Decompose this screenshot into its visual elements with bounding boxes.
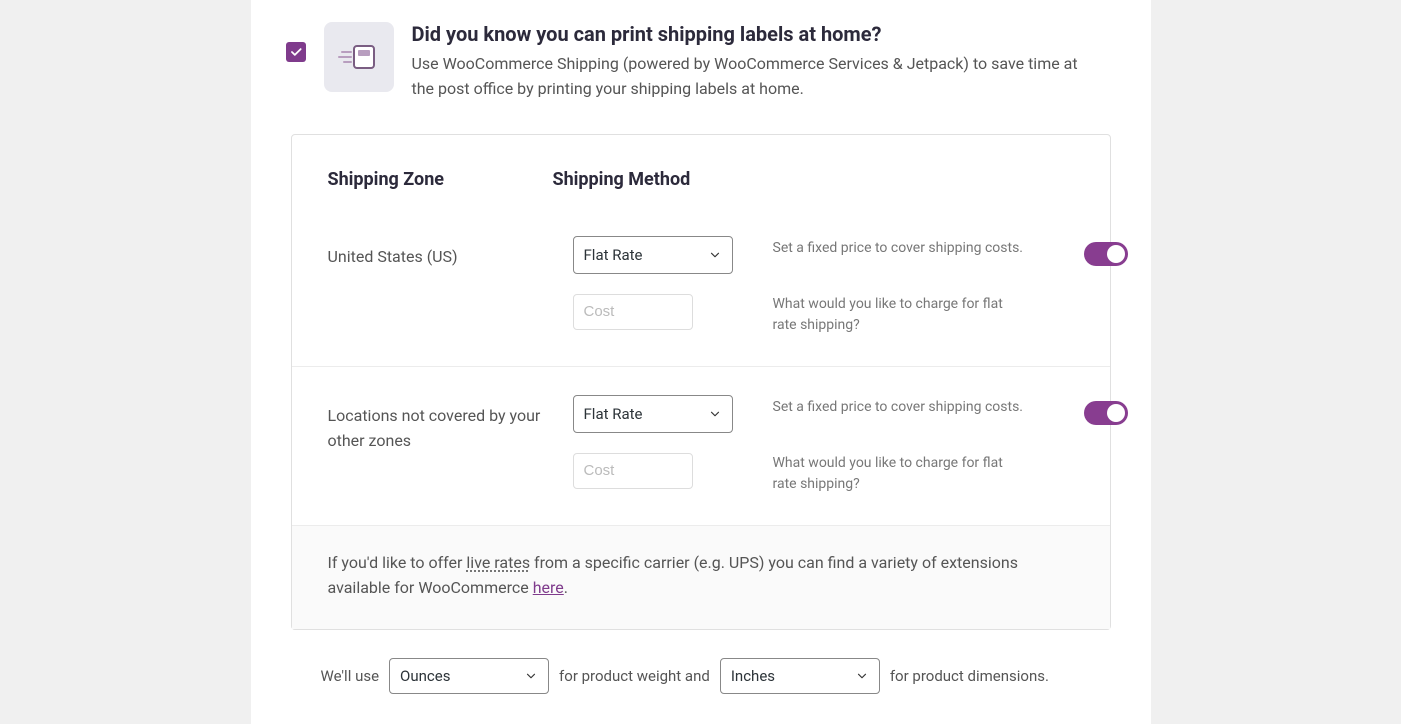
dimension-unit-select[interactable]: Inches [720, 658, 880, 694]
units-text: for product weight and [559, 667, 710, 685]
chevron-down-icon [524, 669, 538, 683]
zone-name: Locations not covered by your other zone… [328, 395, 553, 454]
weight-unit-select[interactable]: Ounces [389, 658, 549, 694]
method-desc: Set a fixed price to cover shipping cost… [773, 395, 1028, 433]
shipping-method-select[interactable]: Flat Rate [573, 395, 733, 433]
shipping-method-value: Flat Rate [584, 246, 643, 264]
chevron-down-icon [708, 407, 722, 421]
zone-name: United States (US) [328, 236, 553, 270]
header-zone: Shipping Zone [328, 169, 553, 190]
chevron-down-icon [855, 669, 869, 683]
cost-desc: What would you like to charge for flat r… [773, 453, 1028, 495]
zone-toggle[interactable] [1084, 401, 1128, 425]
zone-row: United States (US) Flat Rate Set a fixed… [292, 208, 1110, 366]
dimension-unit-value: Inches [731, 667, 775, 685]
zone-toggle[interactable] [1084, 242, 1128, 266]
panel-footer-text: If you'd like to offer live rates from a… [292, 525, 1110, 629]
cost-input[interactable] [573, 453, 693, 489]
header-method: Shipping Method [553, 169, 1074, 190]
cost-input[interactable] [573, 294, 693, 330]
units-text: We'll use [321, 667, 380, 685]
method-desc: Set a fixed price to cover shipping cost… [773, 236, 1028, 274]
extensions-link[interactable]: here [533, 578, 564, 597]
live-rates-text: live rates [466, 553, 530, 572]
banner-title: Did you know you can print shipping labe… [412, 22, 1081, 46]
banner-desc: Use WooCommerce Shipping (powered by Woo… [412, 52, 1081, 102]
zone-row: Locations not covered by your other zone… [292, 366, 1110, 525]
shipping-label-icon [324, 22, 394, 92]
cost-desc: What would you like to charge for flat r… [773, 294, 1028, 336]
shipping-method-value: Flat Rate [584, 405, 643, 423]
shipping-method-select[interactable]: Flat Rate [573, 236, 733, 274]
check-icon [289, 45, 303, 59]
chevron-down-icon [708, 248, 722, 262]
units-text: for product dimensions. [890, 667, 1049, 685]
print-labels-checkbox[interactable] [286, 42, 306, 62]
weight-unit-value: Ounces [400, 667, 450, 685]
